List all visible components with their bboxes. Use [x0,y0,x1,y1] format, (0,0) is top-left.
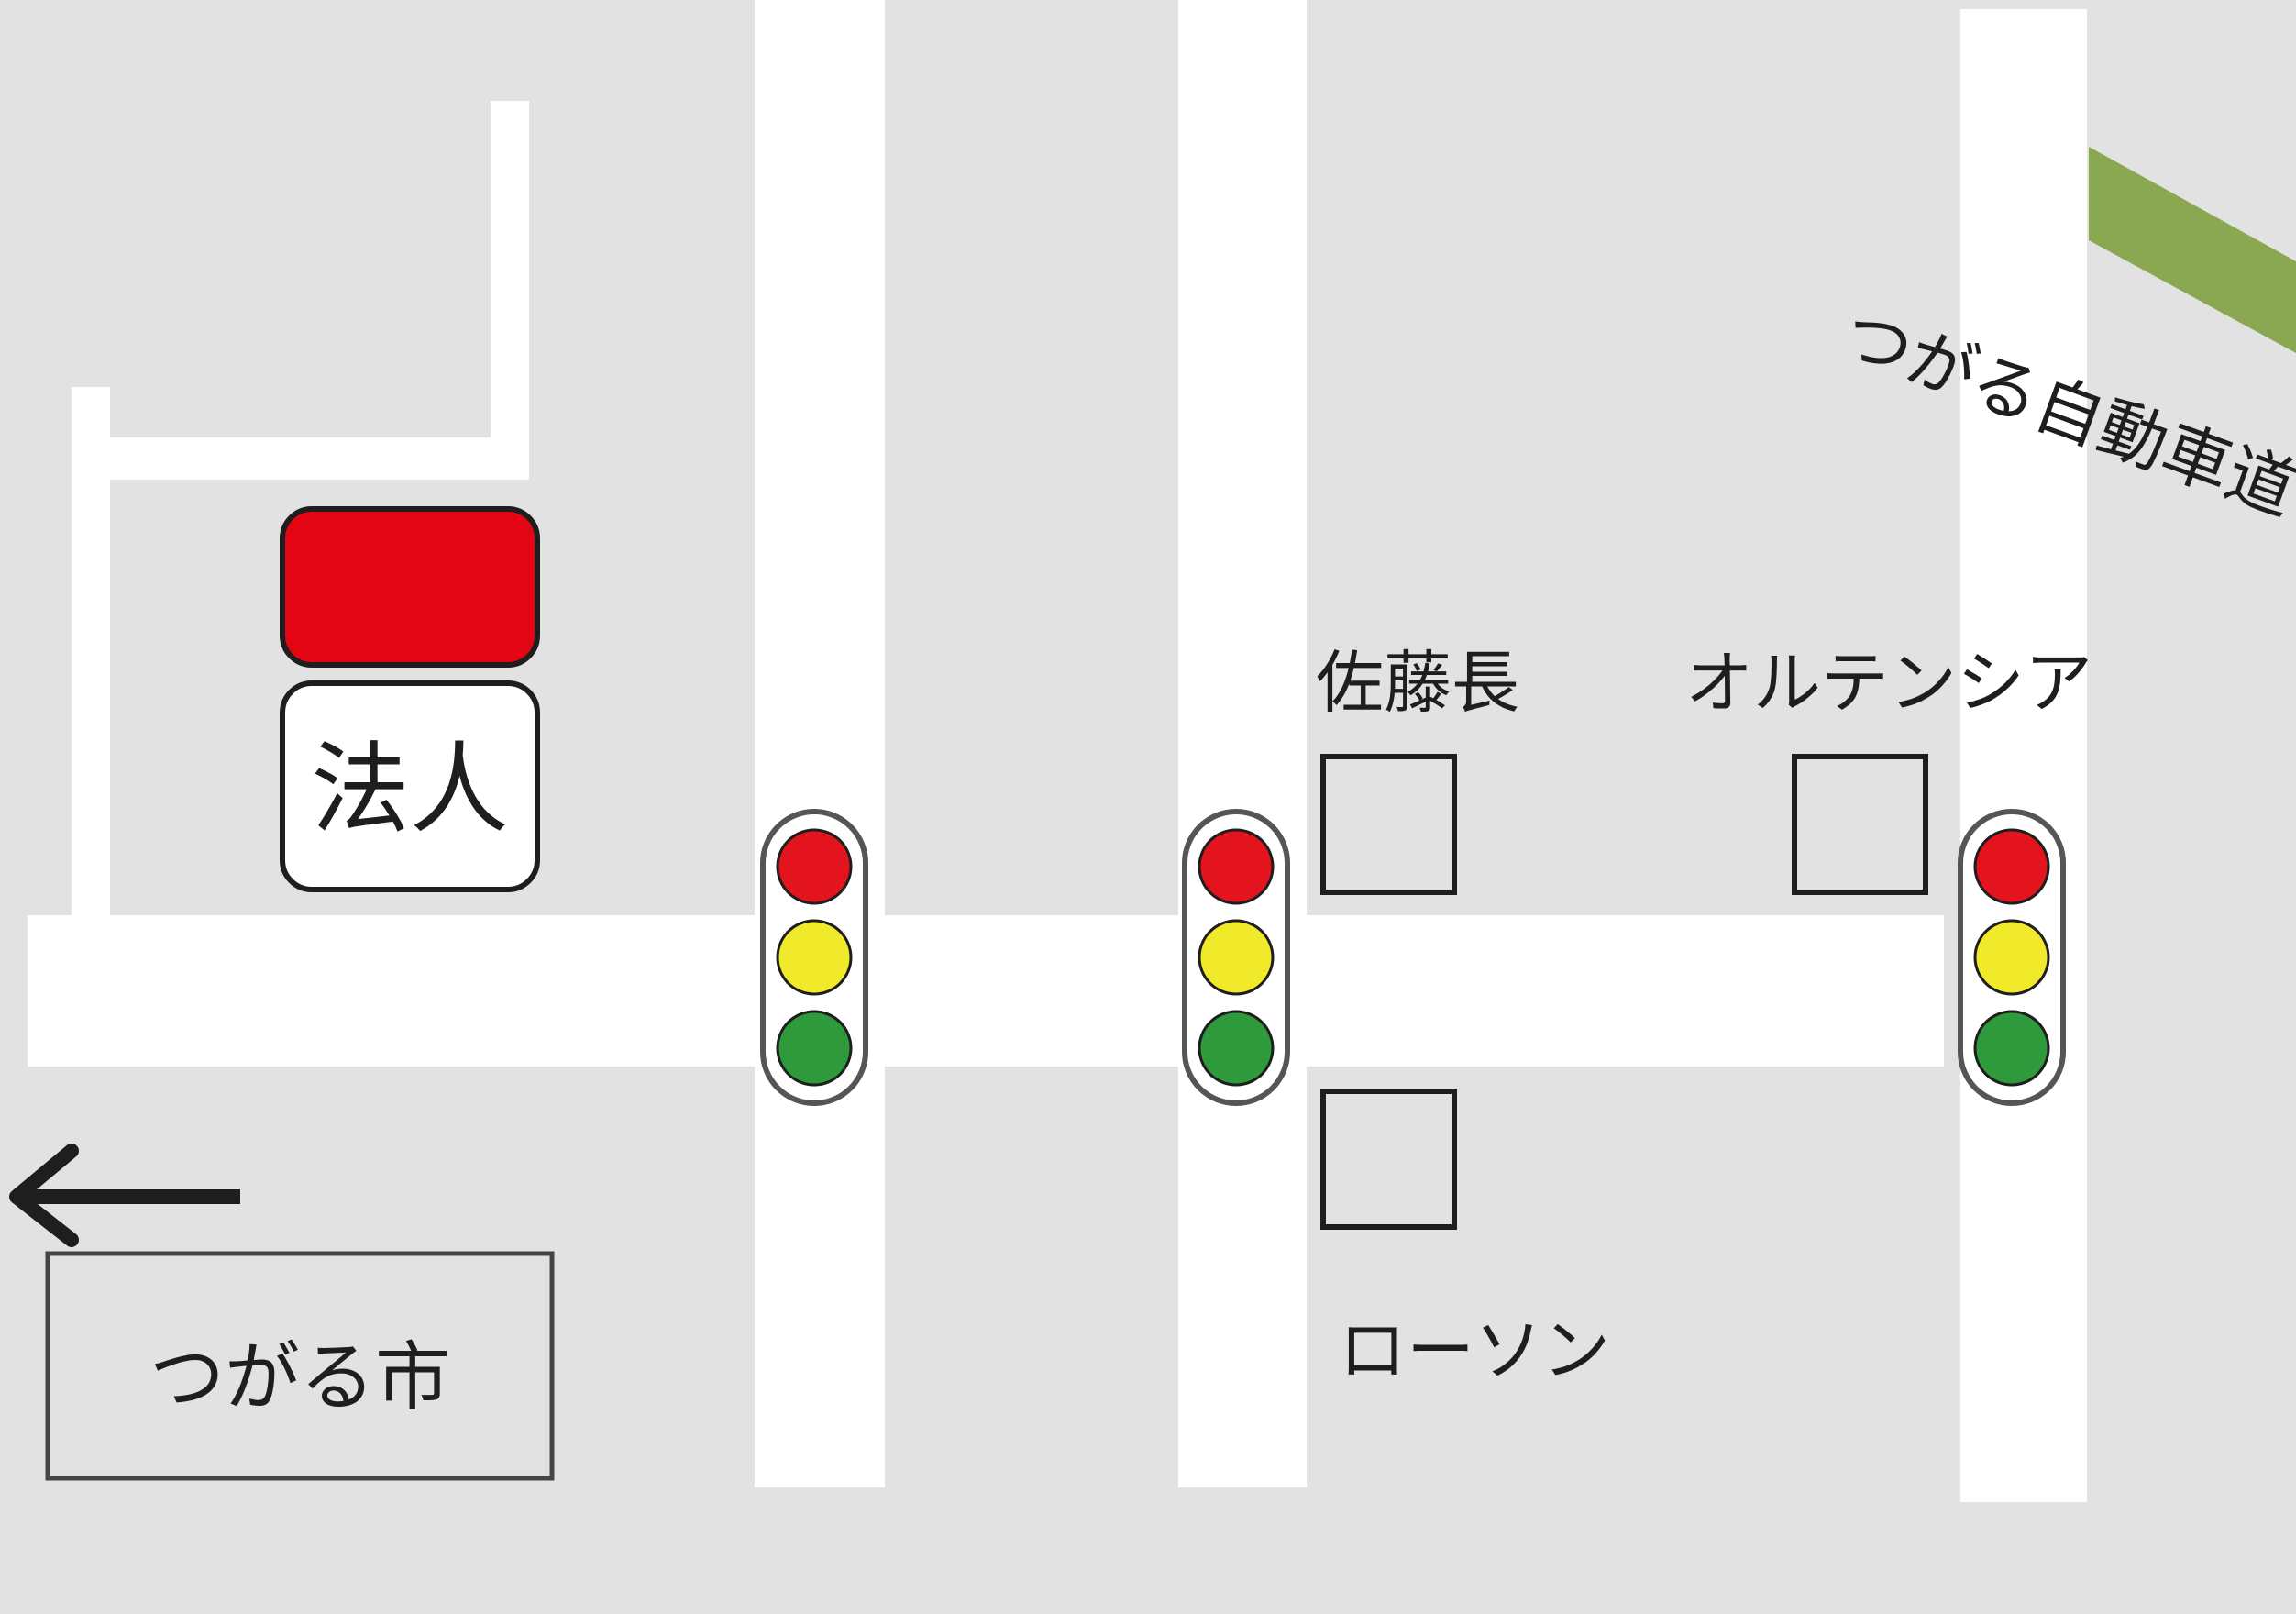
traffic-light-3 [1958,809,2066,1106]
side-street-top [110,437,529,480]
cross-street-3 [1960,9,2087,1502]
signal-yellow-light [1973,919,2050,996]
side-street-right [491,101,529,437]
signal-yellow-light [776,919,853,996]
cross-street-2 [1178,0,1307,1487]
traffic-light-2 [1182,809,1290,1106]
corporation-label: 法人 [311,733,509,847]
sato-label: 佐藤長 [1316,644,1519,723]
signal-red-light [1973,828,2050,905]
map-canvas: 法人 佐藤長 オルテンシア ローソン つがる自動車道 つがる市 [0,0,2296,1614]
signal-green-light [776,1010,853,1087]
traffic-light-1 [760,809,868,1106]
side-street-left [72,387,110,919]
access-map: 法人 佐藤長 オルテンシア ローソン つがる自動車道 つがる市 [0,0,2296,1614]
lawson-label: ローソン [1339,1311,1610,1390]
signal-green-light [1973,1010,2050,1087]
corporation-label-box[interactable]: 法人 [280,680,540,892]
signal-red-light [776,828,853,905]
cross-street-1 [755,0,885,1487]
signal-yellow-light [1198,919,1275,996]
signal-red-light [1198,828,1275,905]
signal-green-light [1198,1010,1275,1087]
corporation-marker[interactable] [280,506,540,668]
hortensia-label: オルテンシア [1685,644,2092,723]
main-road [28,915,1944,1067]
city-label: つがる市 [149,1334,450,1421]
